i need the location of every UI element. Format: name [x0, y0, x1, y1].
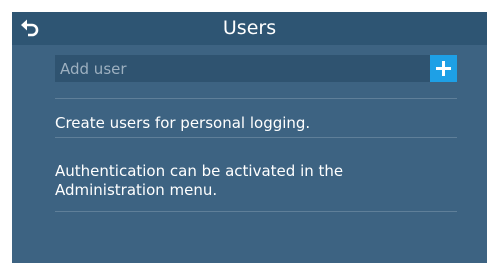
divider	[55, 98, 457, 99]
add-user-button[interactable]	[430, 55, 457, 82]
users-screen: Users Create users for personal logging.…	[12, 12, 487, 263]
info-text-authentication: Authentication can be activated in the A…	[55, 162, 344, 199]
page-title: Users	[222, 17, 277, 39]
divider	[55, 211, 457, 212]
add-user-input[interactable]	[55, 55, 425, 82]
info-text-logging: Create users for personal logging.	[55, 114, 311, 132]
title-bar: Users	[12, 12, 487, 45]
add-user-row	[55, 55, 457, 82]
divider	[55, 137, 457, 138]
